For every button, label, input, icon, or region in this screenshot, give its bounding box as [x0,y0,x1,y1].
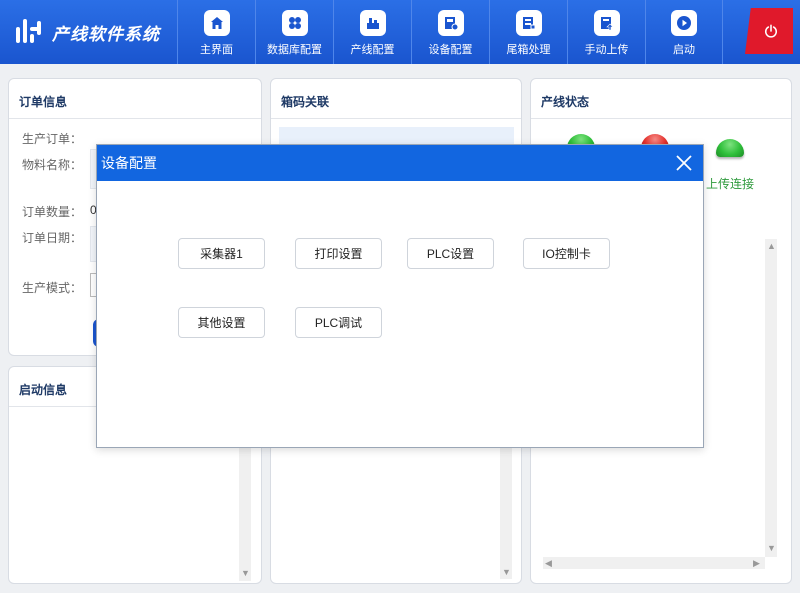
app-title: 产线软件系统 [52,24,160,44]
nav-database[interactable]: 数据库配置 [255,0,333,64]
database-icon [281,10,308,36]
chevron-down-icon[interactable]: ▼ [767,543,776,553]
tailbox-icon [515,10,542,36]
plc-settings-button[interactable]: PLC设置 [407,238,494,269]
nav-home-label: 主界面 [200,44,233,56]
status-lamp-3 [716,139,744,157]
nav-start-label: 启动 [673,44,695,56]
nav-home[interactable]: 主界面 [177,0,255,64]
material-label: 物料名称： [22,158,83,172]
chevron-left-icon[interactable]: ◀ [545,558,552,568]
top-bar: 产线软件系统 主界面 数据库配置 产线配置 设备配置 尾箱处理 手动上传 启动 [0,0,800,64]
chevron-down-icon[interactable]: ▼ [502,567,511,577]
date-label: 订单日期： [22,231,83,245]
brand: 产线软件系统 [14,14,160,50]
status-panel-title: 产线状态 [531,79,791,119]
status-scrollbar-v[interactable] [765,239,777,557]
plc-debug-button[interactable]: PLC调试 [295,307,382,338]
nav-upload[interactable]: 手动上传 [567,0,645,64]
nav-tailbox[interactable]: 尾箱处理 [489,0,567,64]
upload-connection-label: 上传连接 [706,177,755,191]
nav-tailbox-label: 尾箱处理 [506,44,551,56]
other-settings-button[interactable]: 其他设置 [178,307,265,338]
home-icon [203,10,230,36]
status-scrollbar-h[interactable] [543,557,765,569]
device-config-dialog: 设备配置 采集器1 打印设置 PLC设置 IO控制卡 其他设置 PLC调试 [96,144,704,448]
nav-start[interactable]: 启动 [645,0,723,64]
nav-device-label: 设备配置 [428,44,473,56]
chevron-up-icon[interactable]: ▲ [767,241,776,251]
print-settings-button[interactable]: 打印设置 [295,238,382,269]
device-icon [437,10,464,36]
box-panel-title: 箱码关联 [271,79,521,119]
nav-line[interactable]: 产线配置 [333,0,411,64]
collector-button[interactable]: 采集器1 [178,238,265,269]
qty-label: 订单数量： [22,205,83,219]
chevron-right-icon[interactable]: ▶ [753,558,760,568]
order-label: 生产订单： [22,132,83,146]
order-panel-title: 订单信息 [9,79,261,119]
io-card-button[interactable]: IO控制卡 [523,238,610,269]
chevron-down-icon[interactable]: ▼ [241,568,250,578]
play-icon [671,10,697,36]
nav-database-label: 数据库配置 [267,44,322,56]
dialog-title: 设备配置 [101,155,157,171]
close-button[interactable] [673,152,695,174]
nav-device[interactable]: 设备配置 [411,0,489,64]
main-nav: 主界面 数据库配置 产线配置 设备配置 尾箱处理 手动上传 启动 [177,0,723,64]
close-icon [676,155,692,171]
dialog-header: 设备配置 [97,145,703,181]
upload-icon [593,10,620,36]
nav-upload-label: 手动上传 [584,44,629,56]
power-button[interactable] [745,8,793,54]
power-icon [764,24,778,38]
mode-label: 生产模式： [22,281,83,295]
logo-icon [14,17,44,47]
nav-line-label: 产线配置 [350,44,395,56]
line-icon [359,10,386,36]
